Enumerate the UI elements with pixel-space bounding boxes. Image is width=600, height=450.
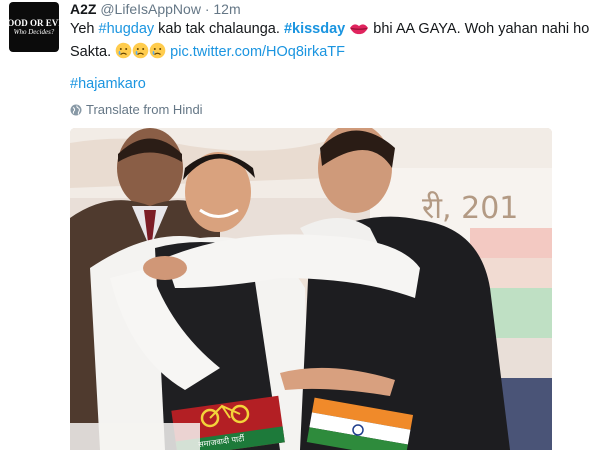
crying-face-icon (115, 42, 132, 65)
globe-icon (70, 104, 82, 116)
crying-face-icon (149, 42, 166, 65)
avatar-subtitle: Who Decides? (13, 27, 55, 36)
author-handle[interactable]: @LifeIsAppNow (100, 1, 201, 17)
hashtag-hajamkaro[interactable]: #hajamkaro (70, 76, 146, 92)
tweet-text-part: kab tak chalaunga. (154, 21, 284, 37)
tweet-text: Yeh #hugday kab tak chalaunga. #kissday … (70, 20, 592, 65)
tweet-photo[interactable]: री, 201 समाजवादी पार्टी (70, 128, 552, 450)
banner-text-fragment: री, 201 (422, 191, 518, 226)
author-name[interactable]: A2Z (70, 1, 96, 17)
tweet-card: GOOD OR EVIL Who Decides? A2Z @LifeIsApp… (0, 0, 600, 450)
hashtag-hugday[interactable]: #hugday (99, 21, 155, 37)
tweet-timestamp[interactable]: 12m (213, 1, 240, 17)
translate-button[interactable]: Translate from Hindi (70, 102, 203, 118)
crying-face-icon (132, 42, 149, 65)
avatar[interactable]: GOOD OR EVIL Who Decides? (9, 2, 59, 52)
kiss-lips-icon (349, 22, 369, 42)
header-separator: · (204, 1, 210, 17)
hashtag-line: #hajamkaro (70, 75, 146, 94)
hashtag-kissday[interactable]: #kissday (284, 21, 345, 37)
translate-label: Translate from Hindi (86, 102, 203, 117)
tweet-text-part: Yeh (70, 21, 99, 37)
avatar-title: GOOD OR EVIL (9, 17, 59, 28)
tweet-header: A2Z @LifeIsAppNow · 12m (70, 0, 241, 18)
photo-link[interactable]: pic.twitter.com/HOq8irkaTF (170, 44, 345, 60)
